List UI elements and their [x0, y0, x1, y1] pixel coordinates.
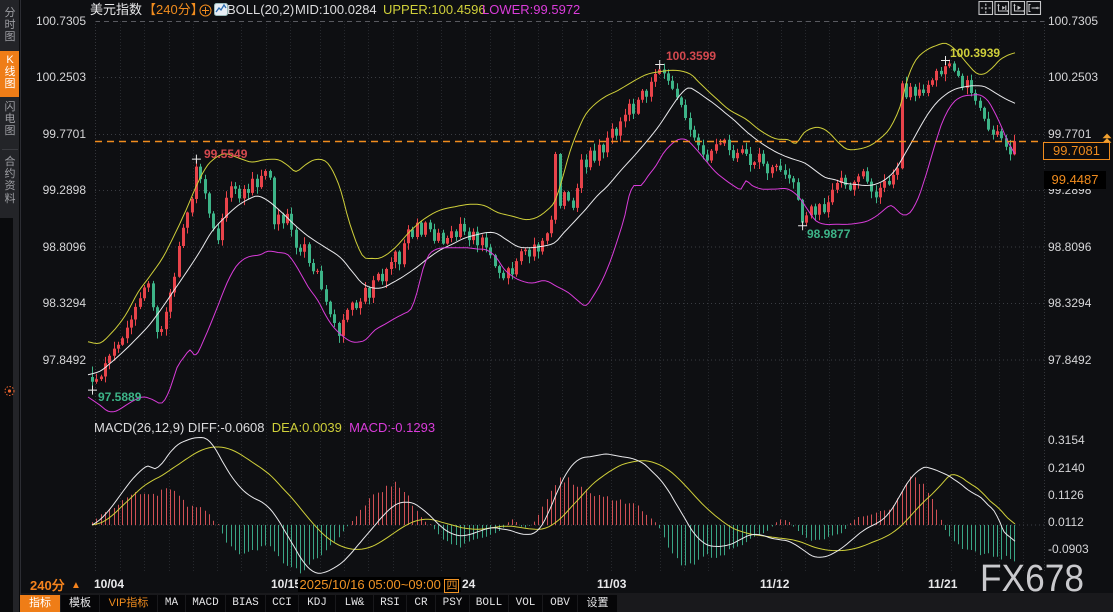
svg-text:FX678: FX678 — [980, 558, 1084, 598]
